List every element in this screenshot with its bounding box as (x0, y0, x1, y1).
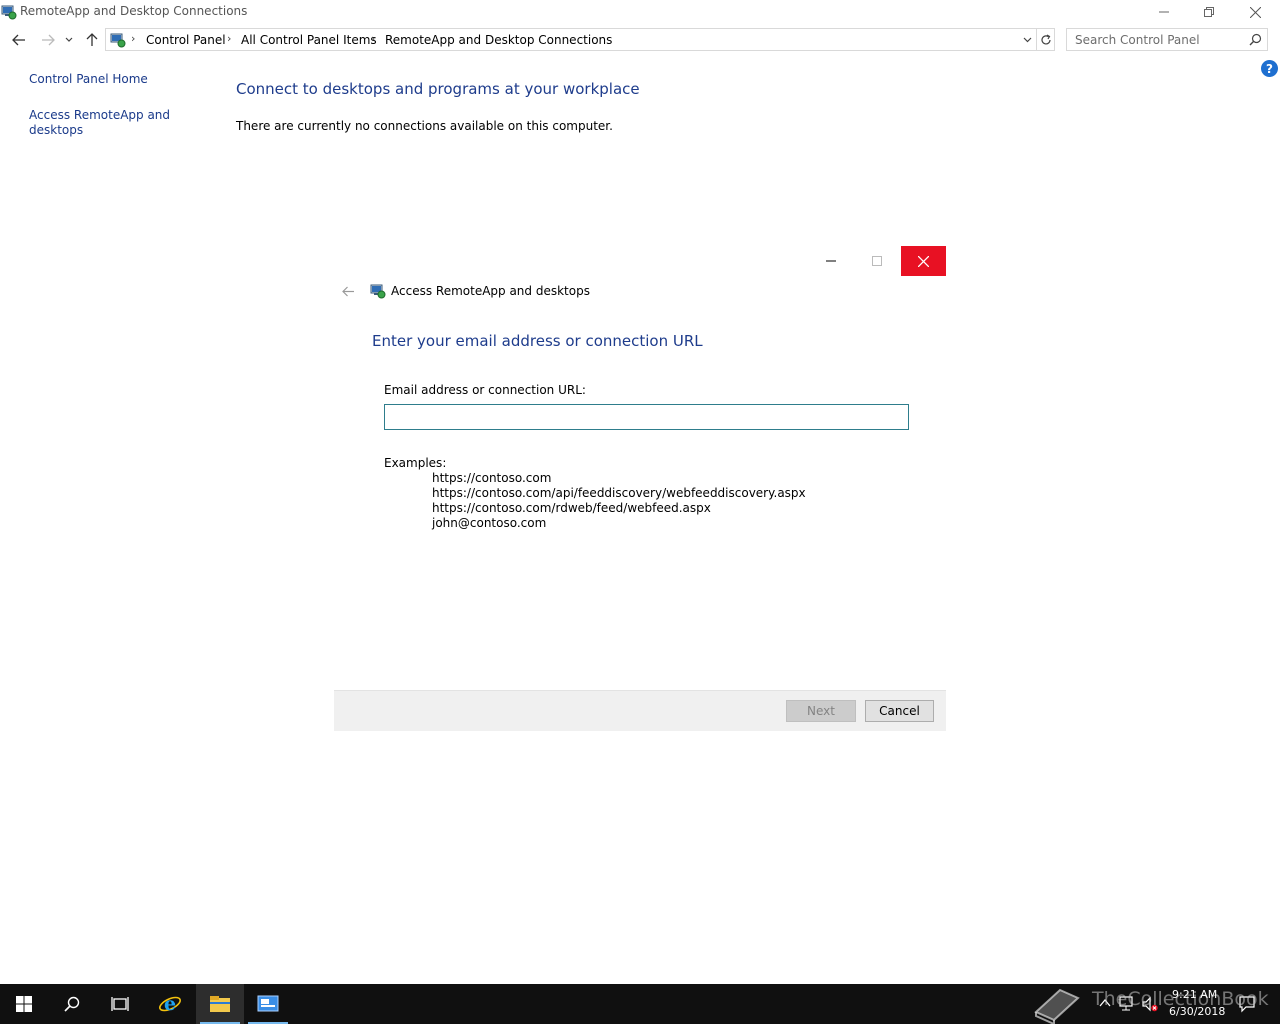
address-bar[interactable]: › Control Panel › All Control Panel Item… (105, 28, 1037, 51)
close-icon (1249, 6, 1261, 18)
help-icon[interactable]: ? (1261, 60, 1278, 77)
clock-time[interactable]: 9:21 AM (1172, 988, 1217, 1001)
dialog-title: Access RemoteApp and desktops (391, 284, 590, 298)
window-title: RemoteApp and Desktop Connections (20, 4, 248, 18)
remoteapp-icon (370, 284, 386, 299)
taskbar: e (0, 984, 1280, 1024)
start-button[interactable] (0, 984, 48, 1024)
book-watermark-icon (1034, 988, 1080, 1024)
page-title: Connect to desktops and programs at your… (236, 80, 640, 98)
minimize-icon (826, 260, 836, 262)
access-remoteapp-link-line2: desktops (29, 123, 84, 137)
control-panel-icon (257, 995, 279, 1012)
example-email: john@contoso.com (432, 516, 547, 530)
search-box[interactable] (1066, 28, 1268, 51)
svg-text:e: e (164, 993, 176, 1015)
dialog-close-button[interactable] (901, 246, 946, 276)
chevron-down-icon (65, 37, 73, 42)
search-icon[interactable] (1249, 33, 1262, 46)
remoteapp-icon (1, 5, 17, 20)
example-url: https://contoso.com (432, 471, 552, 485)
title-bar: RemoteApp and Desktop Connections (0, 0, 1280, 24)
back-button[interactable] (9, 30, 29, 50)
examples-label: Examples: (384, 456, 447, 470)
minimize-button[interactable] (1141, 0, 1187, 24)
dialog-back-button[interactable] (340, 283, 356, 299)
search-input[interactable] (1067, 29, 1247, 50)
example-url: https://contoso.com/api/feeddiscovery/we… (432, 486, 806, 500)
up-arrow-icon (86, 33, 98, 46)
task-view-icon (111, 997, 129, 1011)
next-button[interactable]: Next (786, 700, 856, 722)
url-field-label: Email address or connection URL: (384, 383, 586, 397)
breadcrumb-remoteapp[interactable]: RemoteApp and Desktop Connections (385, 33, 612, 47)
taskbar-search-button[interactable] (48, 984, 96, 1024)
search-icon (64, 996, 80, 1012)
refresh-icon (1040, 33, 1051, 44)
chevron-down-icon (1023, 37, 1031, 43)
no-connections-message: There are currently no connections avail… (236, 119, 613, 133)
back-arrow-icon (12, 34, 25, 46)
forward-button[interactable] (38, 30, 58, 50)
url-input[interactable] (384, 404, 909, 430)
recent-locations-button[interactable] (62, 30, 76, 50)
close-button[interactable] (1232, 0, 1278, 24)
example-url: https://contoso.com/rdweb/feed/webfeed.a… (432, 501, 711, 515)
file-explorer-button[interactable] (196, 984, 244, 1024)
control-panel-taskbar-button[interactable] (244, 984, 292, 1024)
minimize-icon (1159, 11, 1169, 13)
breadcrumb-all-items[interactable]: All Control Panel Items (241, 33, 377, 47)
dialog-maximize-button[interactable] (854, 247, 900, 275)
up-button[interactable] (82, 30, 102, 50)
refresh-button[interactable] (1037, 28, 1055, 51)
control-panel-icon (110, 33, 126, 48)
access-remoteapp-link-line1: Access RemoteApp and (29, 108, 171, 122)
maximize-icon (872, 256, 882, 266)
breadcrumb-separator-icon: › (227, 32, 232, 45)
navigation-bar: › Control Panel › All Control Panel Item… (0, 26, 1280, 54)
cancel-button[interactable]: Cancel (865, 700, 934, 722)
internet-explorer-button[interactable]: e (146, 984, 194, 1024)
control-panel-home-link[interactable]: Control Panel Home (29, 72, 148, 87)
breadcrumb-separator-icon: › (131, 32, 136, 45)
windows-logo-icon (16, 996, 32, 1012)
file-explorer-icon (210, 996, 230, 1012)
restore-icon (1204, 7, 1214, 17)
back-arrow-icon (341, 286, 354, 296)
forward-arrow-icon (42, 34, 55, 46)
dialog-minimize-button[interactable] (808, 247, 854, 275)
restore-button[interactable] (1186, 0, 1232, 24)
breadcrumb-control-panel[interactable]: Control Panel (146, 33, 226, 47)
close-icon (918, 255, 929, 267)
dialog-heading: Enter your email address or connection U… (372, 332, 703, 350)
access-remoteapp-link[interactable]: Access RemoteApp and desktops (29, 108, 170, 138)
internet-explorer-icon: e (159, 993, 181, 1015)
address-dropdown-button[interactable] (1020, 32, 1034, 48)
breadcrumb-separator-icon: › (371, 32, 376, 45)
clock-date[interactable]: 6/30/2018 (1169, 1005, 1225, 1018)
task-view-button[interactable] (96, 984, 144, 1024)
